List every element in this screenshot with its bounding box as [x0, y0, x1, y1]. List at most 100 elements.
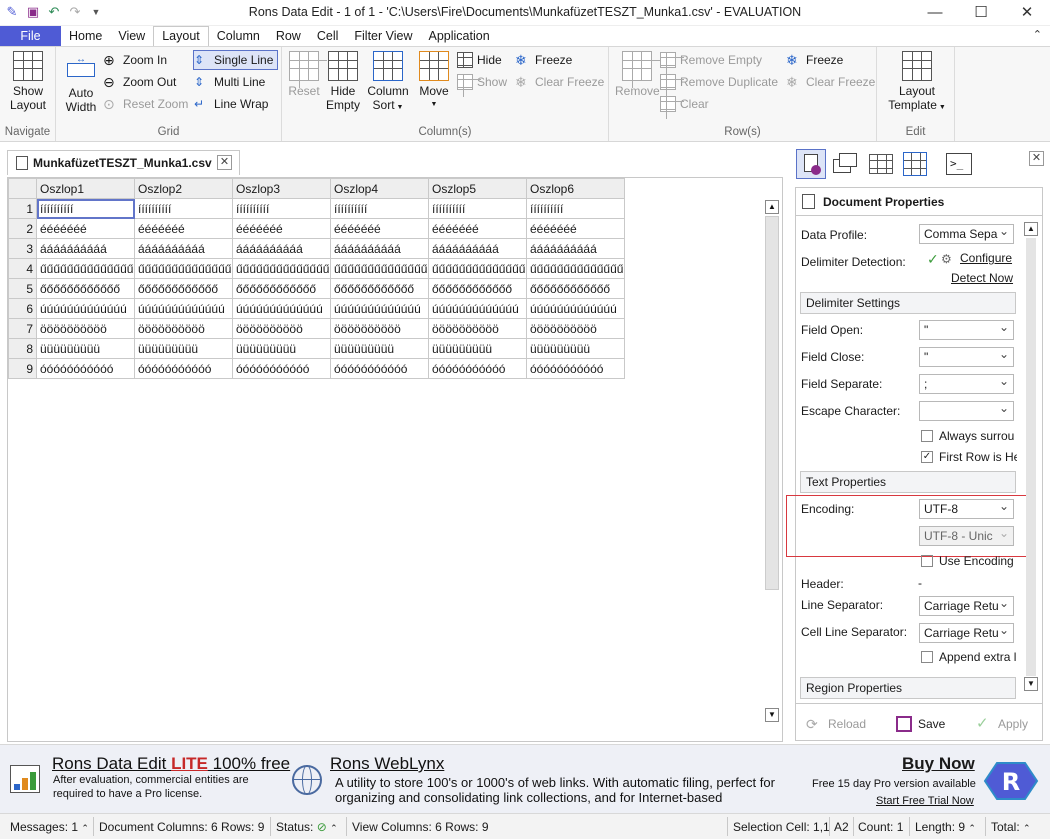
grid-cell[interactable]: őőőőőőőőőőőő: [232, 278, 331, 299]
zoom-out-button[interactable]: ⊖ Zoom Out: [103, 72, 176, 92]
field-close-select[interactable]: ": [919, 347, 1014, 367]
grid-cell[interactable]: üüüüüüüüü: [330, 338, 429, 359]
table-row[interactable]: 8 üüüüüüüüü üüüüüüüüü üüüüüüüüü üüüüüüüüü üüü…: [8, 338, 625, 359]
grid-cell[interactable]: űűűűűűűűűűűűűű: [36, 258, 135, 279]
grid-cell[interactable]: úúúúúúúúúúúúú: [330, 298, 429, 319]
apply-button[interactable]: ✓ Apply: [976, 716, 1028, 732]
clear-rows-button[interactable]: Clear: [660, 94, 709, 114]
grid-cell[interactable]: ééééééé: [526, 218, 625, 239]
multi-line-button[interactable]: ⇕ Multi Line: [194, 72, 265, 92]
weblynx-link[interactable]: Rons WebLynx: [330, 754, 444, 774]
table-row[interactable]: 7 öööööööööö öööööööööö öööööööööö ööööööööö…: [8, 318, 625, 339]
grid-cell[interactable]: úúúúúúúúúúúúú: [232, 298, 331, 319]
start-trial-link[interactable]: Start Free Trial Now: [876, 794, 974, 808]
corner-cell[interactable]: [8, 178, 37, 199]
grid-cell[interactable]: ééééééé: [36, 218, 135, 239]
menu-application[interactable]: Application: [421, 26, 498, 46]
messages-status[interactable]: Messages: 1 ⌃: [10, 820, 89, 834]
remove-rows-button[interactable]: Remove: [615, 51, 660, 98]
grid-cell[interactable]: íííííííííí: [134, 198, 233, 219]
grid-cell[interactable]: űűűűűűűűűűűűűű: [330, 258, 429, 279]
panel-vertical-scrollbar[interactable]: ▲ ▼: [1024, 222, 1038, 691]
scroll-thumb[interactable]: [1026, 238, 1036, 676]
row-number[interactable]: 1: [8, 198, 37, 219]
line-wrap-button[interactable]: ↵ Line Wrap: [194, 94, 268, 114]
row-number[interactable]: 5: [8, 278, 37, 299]
layout-template-button[interactable]: Layout Template ▼: [885, 51, 949, 115]
menu-column[interactable]: Column: [209, 26, 268, 46]
grid-cell[interactable]: öööööööööö: [134, 318, 233, 339]
grid-cell[interactable]: óóóóóóóóóóó: [232, 358, 331, 379]
grid-cell[interactable]: áááááááááá: [428, 238, 527, 259]
detect-now-link[interactable]: Detect Now: [951, 271, 1013, 285]
row-number[interactable]: 3: [8, 238, 37, 259]
column-header[interactable]: Oszlop5: [428, 178, 527, 199]
grid-cell[interactable]: öööööööööö: [36, 318, 135, 339]
row-number[interactable]: 7: [8, 318, 37, 339]
always-surround-checkbox[interactable]: Always surrou: [921, 429, 1017, 443]
field-open-select[interactable]: ": [919, 320, 1014, 340]
grid-cell[interactable]: úúúúúúúúúúúúú: [526, 298, 625, 319]
collapse-ribbon-chevron-icon[interactable]: ⌃: [1033, 28, 1042, 41]
document-properties-tool[interactable]: [796, 149, 826, 179]
remove-duplicate-button[interactable]: Remove Duplicate: [660, 72, 778, 92]
checkbox-box[interactable]: [921, 651, 933, 663]
grid-cell[interactable]: áááááááááá: [526, 238, 625, 259]
grid-cell[interactable]: óóóóóóóóóóó: [36, 358, 135, 379]
row-number[interactable]: 8: [8, 338, 37, 359]
menu-row[interactable]: Row: [268, 26, 309, 46]
field-separate-select[interactable]: ;: [919, 374, 1014, 394]
grid-cell[interactable]: ééééééé: [330, 218, 429, 239]
grid-cell[interactable]: íííííííííí: [526, 198, 625, 219]
checkbox-box[interactable]: [921, 430, 933, 442]
use-encoding-checkbox[interactable]: Use Encoding: [921, 554, 1017, 568]
append-extra-checkbox[interactable]: Append extra l: [921, 650, 1017, 664]
grid-cell[interactable]: úúúúúúúúúúúúú: [428, 298, 527, 319]
scroll-up-icon[interactable]: ▲: [1024, 222, 1038, 236]
checkbox-checked-icon[interactable]: ✓: [921, 451, 933, 463]
menu-layout[interactable]: Layout: [153, 26, 209, 46]
row-number[interactable]: 6: [8, 298, 37, 319]
column-header[interactable]: Oszlop1: [36, 178, 135, 199]
grid-cell[interactable]: óóóóóóóóóóó: [330, 358, 429, 379]
freeze-column-button[interactable]: ❄ Freeze: [515, 50, 572, 70]
reset-zoom-button[interactable]: ⊙ Reset Zoom: [103, 94, 188, 114]
column-header[interactable]: Oszlop3: [232, 178, 331, 199]
grid-cell[interactable]: úúúúúúúúúúúúú: [36, 298, 135, 319]
grid-cell[interactable]: ééééééé: [232, 218, 331, 239]
menu-cell[interactable]: Cell: [309, 26, 347, 46]
file-menu[interactable]: File: [0, 26, 61, 46]
grid-cell[interactable]: ééééééé: [428, 218, 527, 239]
column-header[interactable]: Oszlop2: [134, 178, 233, 199]
delimiter-settings-section[interactable]: Delimiter Settings: [800, 292, 1016, 314]
row-number[interactable]: 4: [8, 258, 37, 279]
freeze-rows-button[interactable]: ❄ Freeze: [786, 50, 843, 70]
data-profile-select[interactable]: Comma Sepa: [919, 224, 1014, 244]
scroll-down-icon[interactable]: ▼: [1024, 677, 1038, 691]
maximize-button[interactable]: ☐: [958, 0, 1004, 26]
grid-cell[interactable]: öööööööööö: [232, 318, 331, 339]
hide-column-button[interactable]: Hide: [457, 50, 502, 70]
rde-lite-link[interactable]: Rons Data Edit LITE 100% free: [52, 754, 290, 774]
save-panel-button[interactable]: Save: [896, 716, 945, 732]
grid-cell[interactable]: áááááááááá: [134, 238, 233, 259]
text-properties-section[interactable]: Text Properties: [800, 471, 1016, 493]
reload-button[interactable]: ⟳ Reload: [806, 716, 866, 732]
zoom-in-button[interactable]: ⊕ Zoom In: [103, 50, 167, 70]
table-view-tool[interactable]: [866, 149, 896, 179]
grid-cell[interactable]: ééééééé: [134, 218, 233, 239]
hide-empty-button[interactable]: Hide Empty: [324, 51, 362, 112]
close-panel-button[interactable]: ✕: [1029, 151, 1044, 166]
table-row[interactable]: 2 ééééééé ééééééé ééééééé ééééééé ééééééé éééé…: [8, 218, 625, 239]
column-header[interactable]: Oszlop6: [526, 178, 625, 199]
close-window-button[interactable]: ✕: [1004, 0, 1050, 26]
menu-home[interactable]: Home: [61, 26, 110, 46]
grid-cell[interactable]: űűűűűűűűűűűűűű: [526, 258, 625, 279]
table-row[interactable]: 3 áááááááááá áááááááááá áááááááááá ááááááááá…: [8, 238, 625, 259]
scroll-down-icon[interactable]: ▼: [765, 708, 779, 722]
show-layout-button[interactable]: Show Layout: [8, 51, 48, 112]
cell-line-separator-select[interactable]: Carriage Retu: [919, 623, 1014, 643]
grid-cell[interactable]: őőőőőőőőőőőő: [134, 278, 233, 299]
row-number[interactable]: 2: [8, 218, 37, 239]
menu-filter-view[interactable]: Filter View: [346, 26, 420, 46]
